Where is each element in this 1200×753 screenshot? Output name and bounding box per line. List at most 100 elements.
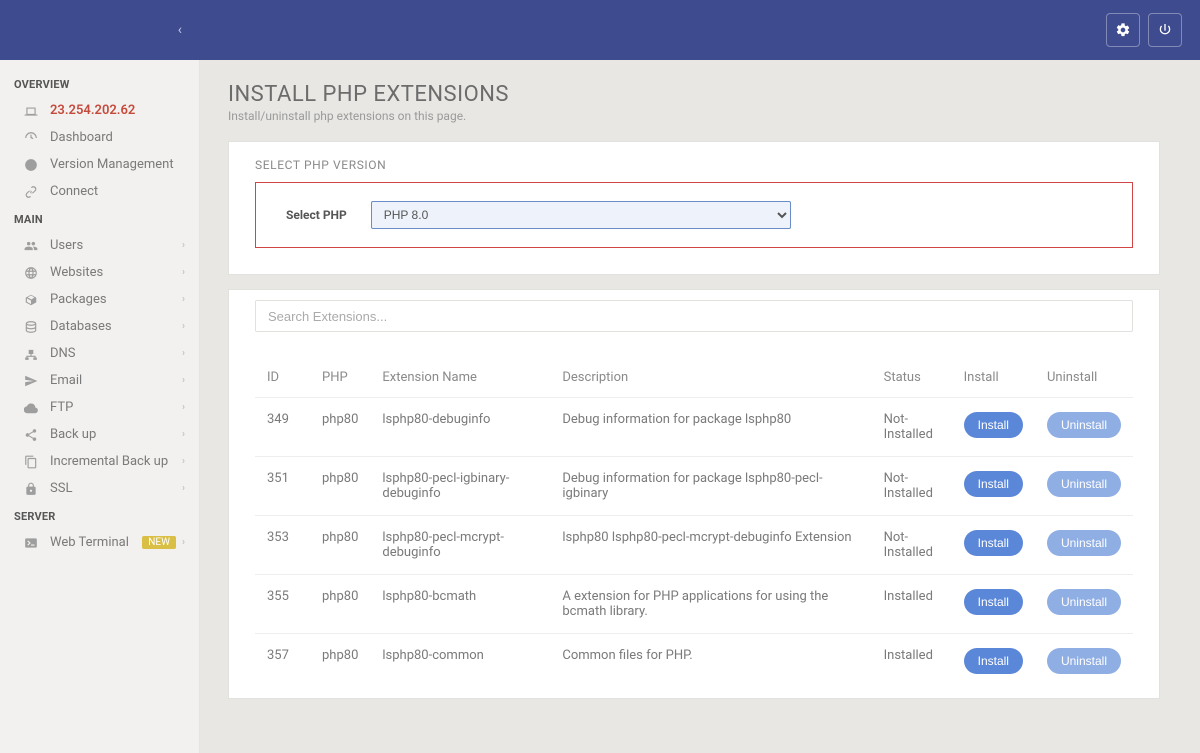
sidebar-item-label: FTP [50, 400, 182, 415]
sidebar-item-incremental-back-up[interactable]: Incremental Back up› [0, 448, 199, 475]
uninstall-button[interactable]: Uninstall [1047, 412, 1121, 438]
info-icon [22, 158, 40, 172]
cell-id: 355 [255, 575, 310, 634]
th-uninstall: Uninstall [1035, 358, 1133, 398]
cell-desc: lsphp80 lsphp80-pecl-mcrypt-debuginfo Ex… [550, 516, 871, 575]
sidebar: OVERVIEW 23.254.202.62 Dashboard Version Ma… [0, 60, 200, 753]
sitemap-icon [22, 347, 40, 361]
sidebar-item-label: Web Terminal [50, 535, 142, 550]
users-icon [22, 239, 40, 253]
badge-new: NEW [142, 536, 176, 549]
select-php-card: SELECT PHP VERSION Select PHP PHP 8.0 [228, 141, 1160, 275]
th-desc: Description [550, 358, 871, 398]
chevron-right-icon: › [182, 483, 185, 494]
sidebar-item-packages[interactable]: Packages› [0, 286, 199, 313]
sidebar-item-label: 23.254.202.62 [50, 103, 185, 118]
cell-status: Not-Installed [872, 516, 952, 575]
chevron-right-icon: › [182, 240, 185, 251]
sidebar-item-label: Connect [50, 184, 185, 199]
th-name: Extension Name [370, 358, 550, 398]
sidebar-item-23-254-202-62[interactable]: 23.254.202.62 [0, 97, 199, 124]
sidebar-item-ssl[interactable]: SSL› [0, 475, 199, 502]
send-icon [22, 374, 40, 388]
install-button[interactable]: Install [964, 412, 1023, 438]
th-id: ID [255, 358, 310, 398]
uninstall-button[interactable]: Uninstall [1047, 648, 1121, 674]
gear-icon [1115, 22, 1131, 38]
sidebar-item-dashboard[interactable]: Dashboard [0, 124, 199, 151]
sidebar-item-label: DNS [50, 346, 182, 361]
power-button[interactable] [1148, 13, 1182, 47]
sidebar-item-users[interactable]: Users› [0, 232, 199, 259]
cell-desc: Common files for PHP. [550, 634, 871, 689]
install-button[interactable]: Install [964, 471, 1023, 497]
sidebar-item-label: Incremental Back up [50, 454, 182, 469]
cell-name: lsphp80-common [370, 634, 550, 689]
extensions-card: ID PHP Extension Name Description Status… [228, 289, 1160, 699]
sidebar-section-title: SERVER [0, 502, 199, 529]
sidebar-item-label: Databases [50, 319, 182, 334]
cell-id: 351 [255, 457, 310, 516]
search-extensions-input[interactable] [255, 300, 1133, 332]
cell-name: lsphp80-pecl-mcrypt-debuginfo [370, 516, 550, 575]
chevron-right-icon: › [182, 429, 185, 440]
chevron-right-icon: › [182, 294, 185, 305]
cell-php: php80 [310, 516, 370, 575]
uninstall-button[interactable]: Uninstall [1047, 530, 1121, 556]
cell-name: lsphp80-debuginfo [370, 398, 550, 457]
sidebar-item-websites[interactable]: Websites› [0, 259, 199, 286]
share-icon [22, 428, 40, 442]
install-button[interactable]: Install [964, 530, 1023, 556]
th-status: Status [872, 358, 952, 398]
select-php-label: Select PHP [286, 208, 347, 222]
cell-php: php80 [310, 457, 370, 516]
chevron-right-icon: › [182, 402, 185, 413]
sidebar-item-label: Users [50, 238, 182, 253]
sidebar-section-title: OVERVIEW [0, 70, 199, 97]
sidebar-item-label: Version Management [50, 157, 185, 172]
cell-php: php80 [310, 575, 370, 634]
chevron-right-icon: › [182, 321, 185, 332]
terminal-icon [22, 536, 40, 550]
cell-status: Installed [872, 575, 952, 634]
cell-name: lsphp80-pecl-igbinary-debuginfo [370, 457, 550, 516]
sidebar-item-label: Back up [50, 427, 182, 442]
power-icon [1157, 22, 1173, 38]
sidebar-item-connect[interactable]: Connect [0, 178, 199, 205]
sidebar-collapse-toggle[interactable]: ‹ [178, 22, 182, 38]
link-icon [22, 185, 40, 199]
cell-id: 353 [255, 516, 310, 575]
sidebar-item-email[interactable]: Email› [0, 367, 199, 394]
sidebar-item-label: SSL [50, 481, 182, 496]
uninstall-button[interactable]: Uninstall [1047, 471, 1121, 497]
box-icon [22, 293, 40, 307]
sidebar-item-web-terminal[interactable]: Web TerminalNEW› [0, 529, 199, 556]
sidebar-item-version-management[interactable]: Version Management [0, 151, 199, 178]
install-button[interactable]: Install [964, 589, 1023, 615]
table-row: 349php80lsphp80-debuginfoDebug informati… [255, 398, 1133, 457]
sidebar-item-databases[interactable]: Databases› [0, 313, 199, 340]
install-button[interactable]: Install [964, 648, 1023, 674]
chevron-right-icon: › [182, 456, 185, 467]
php-version-select[interactable]: PHP 8.0 [371, 201, 791, 229]
sidebar-item-label: Email [50, 373, 182, 388]
sidebar-item-label: Dashboard [50, 130, 185, 145]
cell-name: lsphp80-bcmath [370, 575, 550, 634]
sidebar-item-back-up[interactable]: Back up› [0, 421, 199, 448]
select-php-header: SELECT PHP VERSION [229, 142, 1159, 182]
chevron-right-icon: › [182, 375, 185, 386]
laptop-icon [22, 104, 40, 118]
sidebar-item-ftp[interactable]: FTP› [0, 394, 199, 421]
select-php-highlight-box: Select PHP PHP 8.0 [255, 182, 1133, 248]
lock-icon [22, 482, 40, 496]
extensions-table: ID PHP Extension Name Description Status… [255, 358, 1133, 688]
cell-php: php80 [310, 634, 370, 689]
settings-button[interactable] [1106, 13, 1140, 47]
uninstall-button[interactable]: Uninstall [1047, 589, 1121, 615]
cell-status: Not-Installed [872, 398, 952, 457]
cell-desc: Debug information for package lsphp80-pe… [550, 457, 871, 516]
table-row: 353php80lsphp80-pecl-mcrypt-debuginfolsp… [255, 516, 1133, 575]
sidebar-item-dns[interactable]: DNS› [0, 340, 199, 367]
table-row: 357php80lsphp80-commonCommon files for P… [255, 634, 1133, 689]
sidebar-section-title: MAIN [0, 205, 199, 232]
